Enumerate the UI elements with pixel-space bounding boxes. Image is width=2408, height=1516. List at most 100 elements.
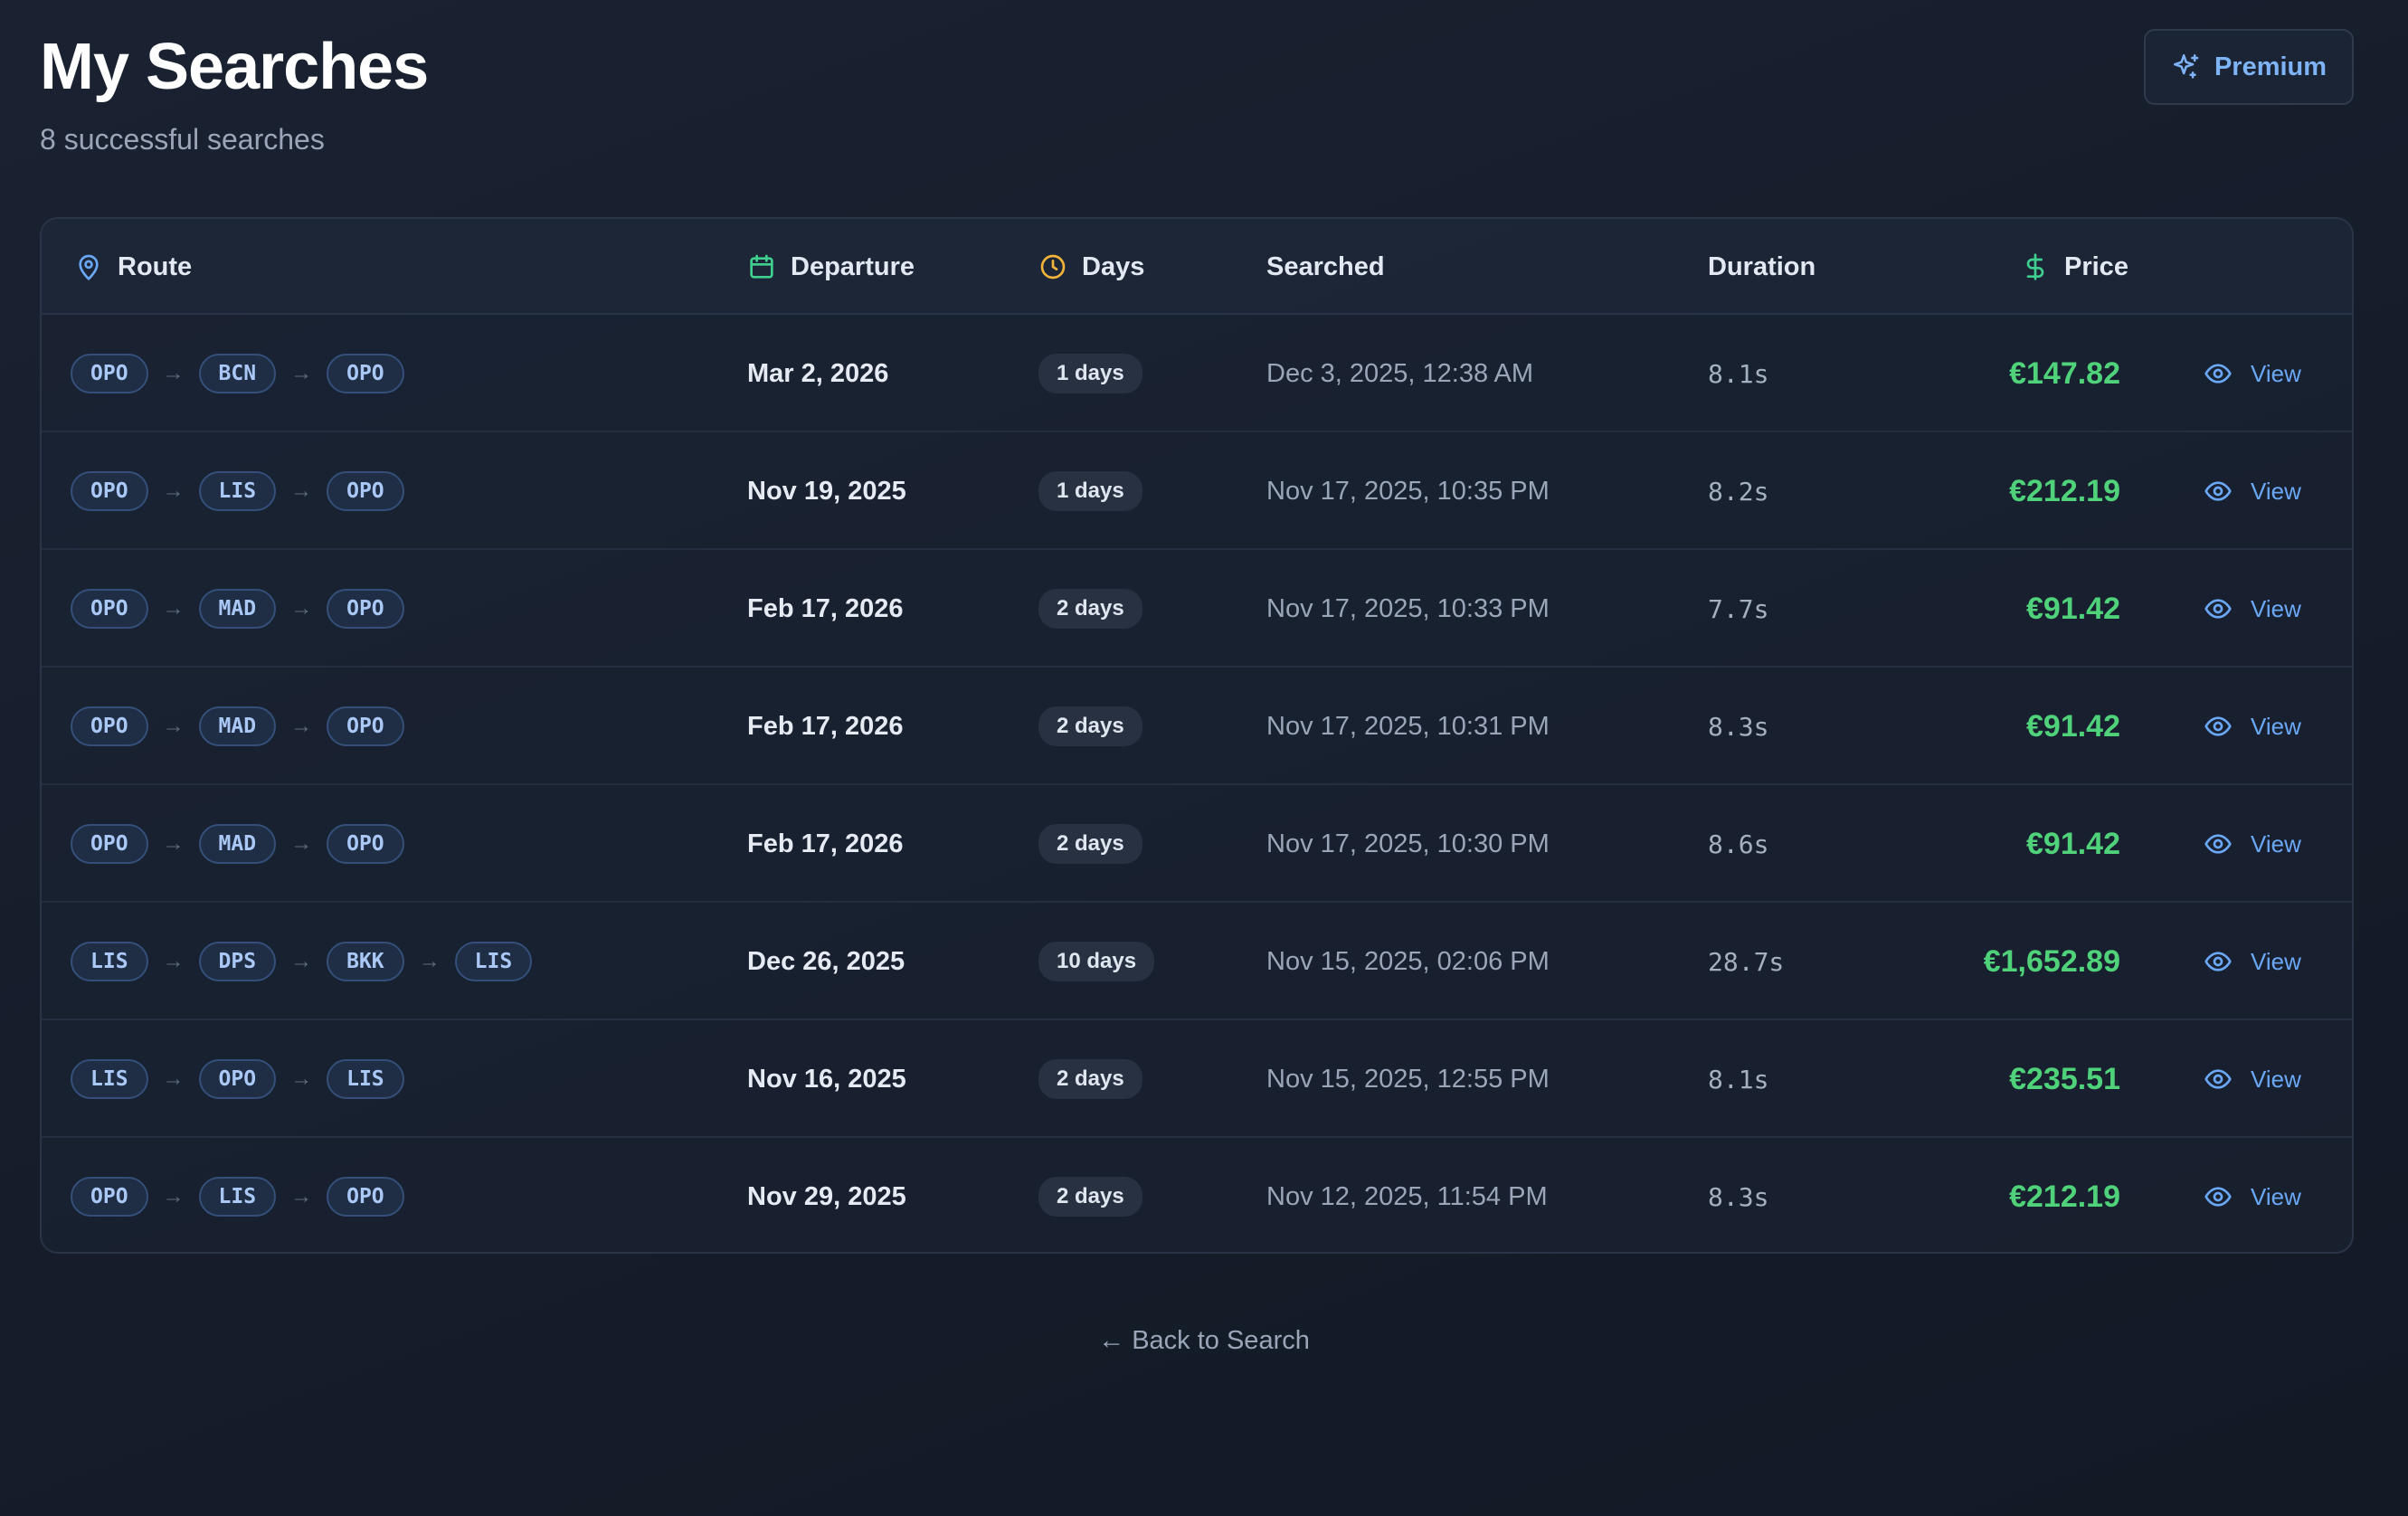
view-button[interactable]: View [2204, 432, 2301, 550]
days-badge: 1 days [1038, 315, 1142, 432]
airport-chip: MAD [198, 706, 277, 746]
days-badge: 2 days [1038, 668, 1142, 785]
view-button[interactable]: View [2204, 903, 2301, 1020]
view-label: View [2251, 1182, 2301, 1210]
column-route: Route [74, 219, 192, 315]
table-row[interactable]: OPO → MAD → OPO Feb 17, 2026 2 days Nov 17, 202… [42, 550, 2352, 668]
route-cell: OPO → MAD → OPO [71, 785, 404, 903]
page-title: My Searches [40, 31, 429, 103]
back-to-search-label: ← Back to Search [1098, 1326, 1310, 1355]
table-row[interactable]: LIS → OPO → LIS Nov 16, 2025 2 days Nov 15, 202… [42, 1020, 2352, 1138]
airport-chip: BCN [198, 354, 277, 393]
eye-icon [2204, 364, 2232, 384]
departure-date: Nov 19, 2025 [747, 476, 906, 506]
table-row[interactable]: LIS → DPS → BKK → LIS Dec 26, 2025 10 days Nov 15… [42, 903, 2352, 1020]
column-searched: Searched [1266, 219, 1385, 315]
search-duration: 8.6s [1708, 829, 1769, 859]
eye-icon [2204, 1069, 2232, 1089]
searched-timestamp: Nov 17, 2025, 10:31 PM [1266, 711, 1550, 741]
arrow-right-icon: → [162, 1184, 185, 1208]
view-button[interactable]: View [2204, 668, 2301, 785]
days-badge-text: 2 days [1038, 1177, 1142, 1217]
arrow-right-icon: → [290, 831, 313, 856]
search-duration: 28.7s [1708, 946, 1785, 977]
route-cell: OPO → BCN → OPO [71, 315, 404, 432]
eye-icon [2204, 599, 2232, 619]
route-cell: OPO → LIS → OPO [71, 432, 404, 550]
search-duration: 8.3s [1708, 1181, 1769, 1212]
column-duration-label: Duration [1708, 251, 1816, 281]
airport-chip: OPO [327, 471, 404, 511]
route-cell: LIS → DPS → BKK → LIS [71, 903, 533, 1020]
airport-chip: OPO [71, 471, 148, 511]
sparkles-icon [2173, 53, 2199, 79]
arrow-right-icon: → [290, 949, 313, 973]
days-badge: 2 days [1038, 550, 1142, 668]
days-badge: 2 days [1038, 1138, 1142, 1252]
days-badge-text: 2 days [1038, 824, 1142, 864]
airport-chip: LIS [198, 1177, 277, 1217]
price-value: €1,652.89 [1983, 943, 2120, 979]
table-row[interactable]: OPO → LIS → OPO Nov 19, 2025 1 days Nov 17, 202… [42, 432, 2352, 550]
airport-chip: OPO [71, 354, 148, 393]
days-badge-text: 2 days [1038, 706, 1142, 746]
airport-chip: OPO [327, 824, 404, 864]
column-route-label: Route [118, 251, 193, 281]
calendar-icon [750, 254, 773, 279]
airport-chip: OPO [327, 354, 404, 393]
view-button[interactable]: View [2204, 1020, 2301, 1138]
departure-date: Mar 2, 2026 [747, 358, 889, 388]
days-badge-text: 2 days [1038, 1059, 1142, 1099]
searched-timestamp: Dec 3, 2025, 12:38 AM [1266, 358, 1534, 388]
route-cell: OPO → MAD → OPO [71, 668, 404, 785]
view-label: View [2251, 359, 2301, 387]
back-to-search-link[interactable]: ← Back to Search [0, 1326, 2408, 1356]
price-value: €91.42 [2026, 708, 2120, 744]
view-label: View [2251, 712, 2301, 740]
arrow-right-icon: → [290, 1184, 313, 1208]
airport-chip: OPO [71, 706, 148, 746]
column-days: Days [1038, 219, 1144, 315]
departure-date: Dec 26, 2025 [747, 946, 905, 976]
airport-chip: OPO [327, 706, 404, 746]
premium-label: Premium [2214, 52, 2327, 81]
premium-button[interactable]: Premium [2144, 29, 2354, 105]
table-row[interactable]: OPO → BCN → OPO Mar 2, 2026 1 days Dec 3, 2025,… [42, 315, 2352, 432]
page-header: My Searches 8 successful searches [40, 29, 429, 157]
view-button[interactable]: View [2204, 1138, 2301, 1252]
view-button[interactable]: View [2204, 550, 2301, 668]
view-button[interactable]: View [2204, 785, 2301, 903]
searched-timestamp: Nov 15, 2025, 02:06 PM [1266, 946, 1550, 976]
airport-chip: OPO [71, 1177, 148, 1217]
searches-table: Route Departure Days Searched Duration P… [40, 217, 2354, 1254]
table-header: Route Departure Days Searched Duration P… [42, 219, 2352, 315]
arrow-right-icon: → [290, 714, 313, 738]
column-price: Price [2021, 219, 2128, 315]
airport-chip: LIS [71, 942, 148, 981]
departure-date: Nov 29, 2025 [747, 1181, 906, 1211]
search-duration: 7.7s [1708, 593, 1769, 624]
days-badge-text: 2 days [1038, 589, 1142, 629]
search-duration: 8.3s [1708, 711, 1769, 742]
arrow-right-icon: → [162, 596, 185, 621]
searched-timestamp: Nov 17, 2025, 10:35 PM [1266, 476, 1550, 506]
arrow-right-icon: → [162, 714, 185, 738]
airport-chip: OPO [71, 589, 148, 629]
eye-icon [2204, 834, 2232, 854]
view-button[interactable]: View [2204, 315, 2301, 432]
column-days-label: Days [1082, 251, 1145, 281]
table-row[interactable]: OPO → MAD → OPO Feb 17, 2026 2 days Nov 17, 202… [42, 785, 2352, 903]
view-label: View [2251, 477, 2301, 505]
column-departure-label: Departure [791, 251, 915, 281]
column-departure: Departure [747, 219, 915, 315]
airport-chip: OPO [71, 824, 148, 864]
arrow-right-icon: → [162, 1066, 185, 1091]
price-value: €91.42 [2026, 591, 2120, 626]
days-badge: 2 days [1038, 1020, 1142, 1138]
map-pin-icon [79, 254, 99, 280]
table-row[interactable]: OPO → LIS → OPO Nov 29, 2025 2 days Nov 12, 202… [42, 1138, 2352, 1252]
airport-chip: OPO [327, 1177, 404, 1217]
table-row[interactable]: OPO → MAD → OPO Feb 17, 2026 2 days Nov 17, 202… [42, 668, 2352, 785]
search-duration: 8.1s [1708, 1064, 1769, 1094]
airport-chip: OPO [327, 589, 404, 629]
